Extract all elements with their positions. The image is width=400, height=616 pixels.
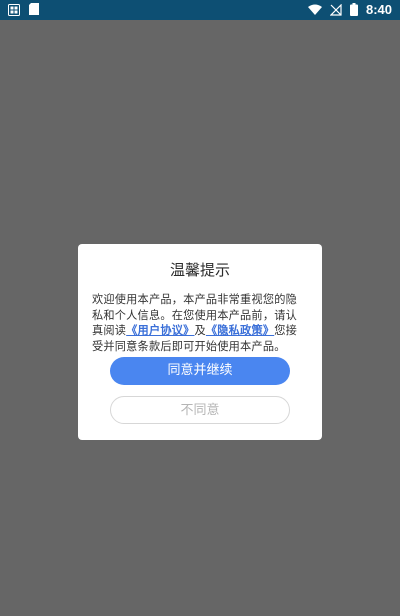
privacy-dialog: 温馨提示 欢迎使用本产品，本产品非常重视您的隐私和个人信息。在您使用本产品前，请… bbox=[78, 244, 322, 440]
dialog-title: 温馨提示 bbox=[169, 261, 230, 279]
user-agreement-link[interactable]: 《用户协议》 bbox=[126, 324, 194, 337]
agree-continue-button[interactable]: 同意并继续 bbox=[110, 357, 290, 385]
status-time: 8:40 bbox=[365, 2, 392, 17]
wifi-icon bbox=[307, 1, 322, 20]
notification-app-icon bbox=[8, 1, 20, 20]
battery-icon bbox=[349, 1, 358, 20]
sd-card-icon bbox=[28, 1, 42, 20]
dialog-body-text-2: 及 bbox=[194, 324, 206, 337]
status-left bbox=[8, 1, 42, 20]
status-bar: 8:40 bbox=[0, 0, 400, 20]
privacy-policy-link[interactable]: 《隐私政策》 bbox=[206, 324, 274, 337]
disagree-button[interactable]: 不同意 bbox=[110, 396, 290, 424]
dialog-body: 欢迎使用本产品，本产品非常重视您的隐私和个人信息。在您使用本产品前，请认真阅读《… bbox=[92, 292, 308, 356]
status-right: 8:40 bbox=[307, 0, 392, 20]
signal-muted-icon bbox=[329, 1, 342, 20]
